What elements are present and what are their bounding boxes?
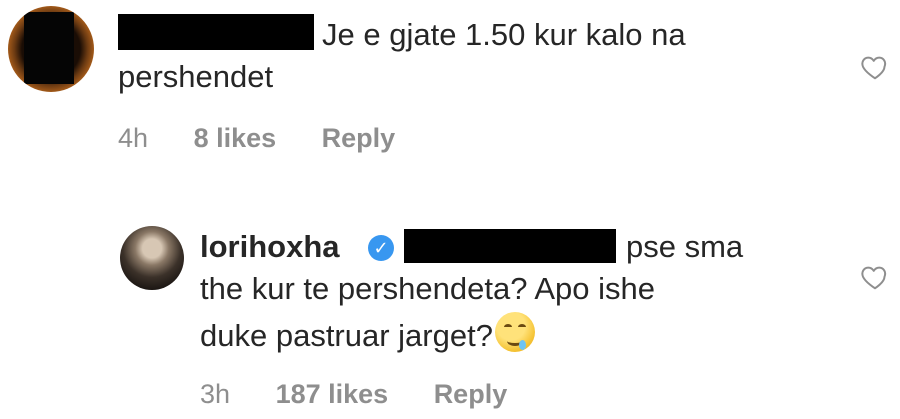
comment-text-line-1: pse sma <box>626 229 744 264</box>
comment-meta: 3h 187 likes Reply <box>200 378 545 410</box>
comment-text-line-3: duke pastruar jarget? <box>200 312 535 355</box>
comment-text-line-2: the kur te pershendeta? Apo ishe <box>200 271 655 306</box>
reply-button[interactable]: Reply <box>322 123 396 153</box>
verified-badge-icon: ✓ <box>368 235 394 261</box>
redaction-bar <box>24 12 74 84</box>
redacted-mention[interactable] <box>404 229 616 263</box>
heart-outline-icon[interactable] <box>860 262 890 292</box>
timestamp[interactable]: 3h <box>200 379 230 409</box>
redacted-username[interactable] <box>118 14 314 50</box>
comment-text-line-2: pershendet <box>118 59 274 94</box>
username-link[interactable]: lorihoxha <box>200 228 340 266</box>
comment-meta: 4h 8 likes Reply <box>118 122 433 154</box>
reply-button[interactable]: Reply <box>434 379 508 409</box>
drooling-face-emoji-icon <box>494 312 535 352</box>
likes-count[interactable]: 8 likes <box>194 123 277 153</box>
comment-text-line-1: Je e gjate 1.50 kur kalo na <box>322 17 686 52</box>
comment-text-fragment: duke pastruar jarget? <box>200 318 493 353</box>
heart-outline-icon[interactable] <box>860 52 890 82</box>
timestamp[interactable]: 4h <box>118 123 148 153</box>
avatar[interactable] <box>120 226 184 290</box>
avatar[interactable] <box>8 6 94 92</box>
likes-count[interactable]: 187 likes <box>276 379 389 409</box>
